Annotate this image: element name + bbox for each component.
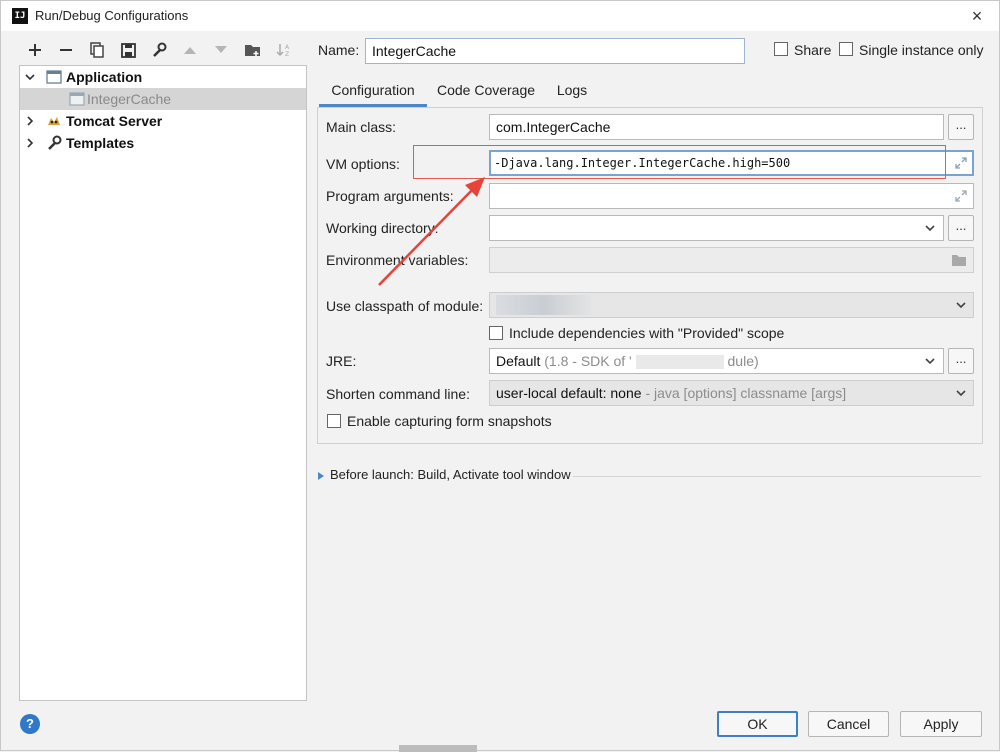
config-toolbar: AZ [19,37,309,63]
jre-module-text: dule) [727,353,759,369]
chevron-down-icon[interactable] [924,355,936,367]
divider [573,476,981,477]
working-directory-combo[interactable] [489,215,944,241]
tree-item-label: Templates [66,135,135,151]
title-bar: IJ Run/Debug Configurations × [1,1,999,31]
tree-item-application[interactable]: Application [20,66,306,88]
wrench-icon [48,135,62,150]
tab-logs[interactable]: Logs [549,73,595,107]
jre-value: Default [496,353,541,369]
folder-icon[interactable] [242,39,264,61]
wrench-icon[interactable] [148,39,170,61]
tree-item-tomcat[interactable]: Tomcat Server [20,110,306,132]
vm-options-label: VM options: [326,156,400,172]
expand-triangle-icon[interactable] [317,471,325,481]
jre-combo[interactable]: Default (1.8 - SDK of ' dule) [489,348,944,374]
cancel-button[interactable]: Cancel [808,711,889,737]
browse-main-class-button[interactable]: ... [948,114,974,140]
include-dependencies-checkbox[interactable] [489,326,503,340]
browse-working-directory-button[interactable]: ... [948,215,974,241]
share-label: Share [794,42,832,58]
environment-variables-input[interactable] [489,247,974,273]
name-input[interactable]: IntegerCache [365,38,745,64]
tree-item-label: IntegerCache [87,91,172,107]
application-icon [46,70,62,84]
chevron-down-icon[interactable] [24,71,36,83]
close-button[interactable]: × [955,1,999,31]
main-class-input[interactable]: com.IntegerCache [489,114,944,140]
window-title: Run/Debug Configurations [35,8,189,23]
snapshots-label: Enable capturing form snapshots [347,413,552,429]
tree-item-label: Application [66,69,143,85]
program-arguments-input[interactable] [489,183,974,209]
highlight-annotation-box [413,145,946,179]
browse-jre-button[interactable]: ... [948,348,974,374]
chevron-right-icon[interactable] [24,115,36,127]
include-dependencies-label: Include dependencies with "Provided" sco… [509,325,785,341]
tree-item-integercache[interactable]: IntegerCache [20,88,306,110]
config-tree: Application IntegerCache Tomcat Server T… [19,65,307,701]
jre-sdk-text: (1.8 - SDK of ' [544,353,632,369]
single-instance-label: Single instance only [859,42,984,58]
expand-icon[interactable] [954,189,968,203]
class-config-icon [69,92,85,106]
shorten-command-line-combo[interactable]: user-local default: none - java [options… [489,380,974,406]
move-down-icon[interactable] [210,39,232,61]
folder-icon[interactable] [951,253,967,267]
tab-configuration[interactable]: Configuration [319,73,427,107]
classpath-module-label: Use classpath of module: [326,298,484,314]
annotation-arrow [378,177,485,286]
intellij-logo-icon: IJ [12,8,28,24]
shorten-value: user-local default: none [496,385,642,401]
tree-item-label: Tomcat Server [66,113,163,129]
move-up-icon[interactable] [179,39,201,61]
jre-label: JRE: [326,353,357,369]
svg-text:A: A [285,44,290,51]
name-label: Name: [318,42,360,58]
svg-text:Z: Z [285,51,289,58]
share-checkbox[interactable] [774,42,788,56]
ok-button[interactable]: OK [717,711,798,737]
run-debug-dialog: IJ Run/Debug Configurations × AZ Applica… [0,0,1000,752]
chevron-down-icon[interactable] [955,387,967,399]
help-icon[interactable]: ? [20,714,40,734]
redacted-sdk-name [635,355,724,370]
apply-button[interactable]: Apply [900,711,982,737]
add-icon[interactable] [24,39,46,61]
chevron-right-icon[interactable] [24,137,36,149]
snapshots-checkbox[interactable] [327,414,341,428]
sort-icon[interactable]: AZ [273,39,295,61]
tomcat-icon [48,117,60,125]
tab-code-coverage[interactable]: Code Coverage [431,73,541,107]
before-launch-section[interactable]: Before launch: Build, Activate tool wind… [330,467,571,482]
remove-icon[interactable] [55,39,77,61]
shorten-command-line-label: Shorten command line: [326,386,470,402]
main-class-label: Main class: [326,119,397,135]
shorten-description: - java [options] classname [args] [645,385,847,401]
copy-icon[interactable] [86,39,108,61]
expand-icon[interactable] [954,156,968,170]
chevron-down-icon[interactable] [955,299,967,311]
chevron-down-icon[interactable] [924,222,936,234]
redacted-module-name [496,295,591,315]
save-icon[interactable] [117,39,139,61]
tree-item-templates[interactable]: Templates [20,132,306,154]
single-instance-checkbox[interactable] [839,42,853,56]
